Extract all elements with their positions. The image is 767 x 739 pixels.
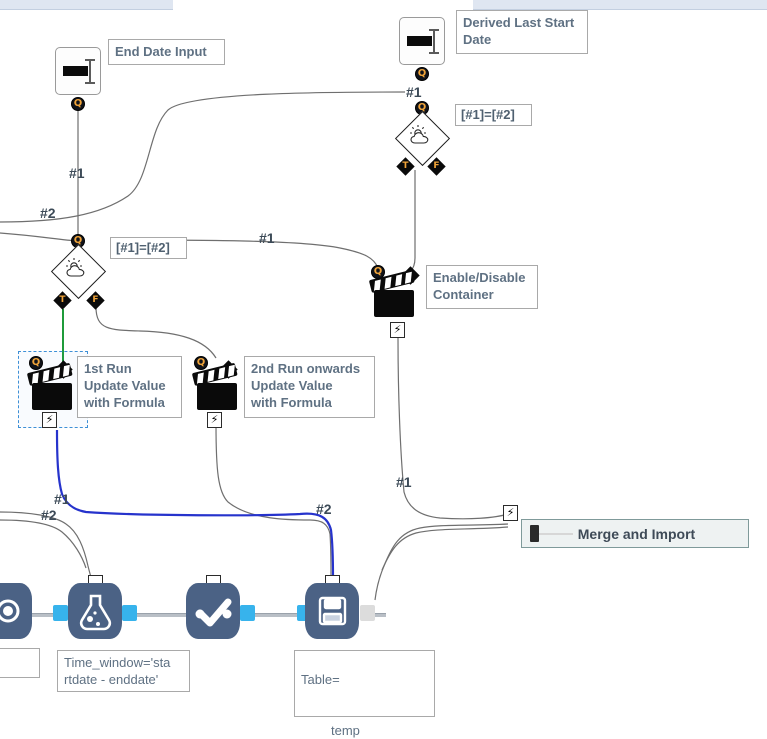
connector-0-out[interactable] — [53, 605, 68, 621]
edge-label-end-date-p2: #2 — [40, 205, 56, 221]
decision-right-true-badge[interactable]: T — [396, 157, 415, 176]
decision-left-expression: [#1]=[#2] — [110, 237, 187, 259]
edge-label-second-run-p2: #2 — [316, 501, 332, 517]
decision-left-true-badge[interactable]: T — [53, 291, 72, 310]
decision-left-node[interactable] — [50, 243, 107, 300]
second-run-node[interactable] — [191, 362, 241, 415]
table-annotation-line1: Table= — [301, 672, 340, 687]
merge-and-import-container[interactable]: Merge and Import — [521, 519, 749, 548]
second-run-bolt-badge[interactable]: ⚡ — [207, 412, 222, 428]
derived-last-start-date-node[interactable] — [399, 17, 445, 65]
edge-label-enable-disable-p1: #1 — [396, 474, 412, 490]
and-annotation: and — [0, 648, 40, 678]
container-grip-icon — [530, 525, 539, 542]
table-annotation: Table= temp — [294, 650, 435, 738]
end-date-input-label: End Date Input — [108, 39, 225, 65]
save-disk-icon — [318, 596, 347, 626]
connector-3-out[interactable] — [360, 605, 375, 621]
first-run-node[interactable] — [26, 362, 76, 415]
checkmark-icon — [195, 598, 232, 627]
second-run-port-badge[interactable]: Q — [194, 356, 208, 370]
text-cursor-icon — [85, 59, 95, 84]
edge-label-first-run-p2: #2 — [41, 507, 57, 523]
enable-disable-node[interactable] — [368, 269, 418, 322]
expression-weather-icon — [66, 258, 85, 277]
edge-label-end-date-p1: #1 — [69, 165, 85, 181]
derived-last-start-date-port-badge[interactable]: Q — [415, 67, 429, 81]
connector-2-out[interactable] — [240, 605, 255, 621]
text-cursor-icon — [429, 29, 439, 54]
decision-right-node[interactable] — [394, 110, 451, 167]
merge-and-import-bolt-badge[interactable]: ⚡ — [503, 505, 518, 521]
edge-label-derived-p1: #1 — [406, 84, 422, 100]
edge-label-decision-out: #1 — [259, 230, 275, 246]
decision-right-expression: [#1]=[#2] — [455, 104, 532, 126]
formula-node[interactable] — [68, 583, 122, 639]
table-annotation-line2: temp — [331, 723, 360, 738]
source-node[interactable] — [0, 583, 32, 639]
decision-right-false-badge[interactable]: F — [427, 157, 446, 176]
destination-node[interactable] — [305, 583, 359, 639]
container-divider — [539, 532, 573, 535]
first-run-label: 1st Run Update Value with Formula — [77, 356, 182, 418]
source-icon — [0, 599, 20, 623]
first-run-port-badge[interactable]: Q — [29, 356, 43, 370]
end-date-input-node[interactable] — [55, 47, 101, 95]
time-window-annotation: Time_window='sta rtdate - enddate' — [57, 650, 190, 692]
end-date-input-port-badge[interactable]: Q — [71, 97, 85, 111]
control-flow-canvas[interactable]: Q End Date Input Q Derived Last Start Da… — [0, 0, 767, 738]
decision-left-false-badge[interactable]: F — [86, 291, 105, 310]
connector-1-out[interactable] — [122, 605, 137, 621]
flask-icon — [79, 594, 112, 631]
first-run-bolt-badge[interactable]: ⚡ — [42, 412, 57, 428]
derived-last-start-date-label: Derived Last Start Date — [456, 10, 588, 54]
enable-disable-bolt-badge[interactable]: ⚡ — [390, 322, 405, 338]
text-input-icon — [407, 36, 432, 46]
merge-and-import-title: Merge and Import — [577, 525, 696, 542]
expression-weather-icon — [410, 125, 429, 144]
text-input-icon — [63, 66, 88, 76]
validate-node[interactable] — [186, 583, 240, 639]
second-run-label: 2nd Run onwards Update Value with Formul… — [244, 356, 375, 418]
edge-label-first-run-p1: #1 — [54, 491, 70, 507]
enable-disable-label: Enable/Disable Container — [426, 265, 538, 309]
